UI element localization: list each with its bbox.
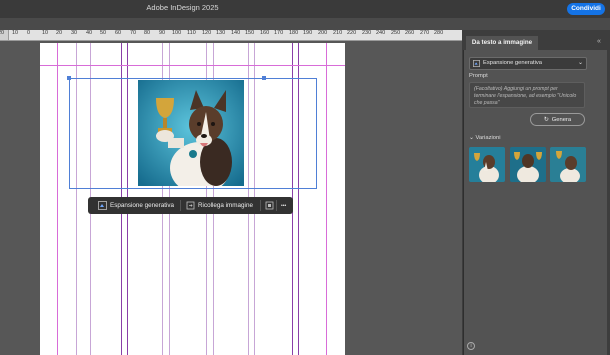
relink-icon [186,201,195,210]
ruler-label: 190 [303,30,313,36]
ruler-label: 120 [202,30,212,36]
ruler-label: 110 [187,30,196,36]
variation-image [469,147,505,182]
prompt-label: Prompt [469,73,488,79]
margin-guide [57,43,58,355]
frame-handle[interactable] [262,76,266,80]
variations-header[interactable]: ⌄ Variazioni [469,135,604,141]
ruler-label: 0 [27,30,31,36]
ruler-label: 180 [289,30,299,36]
variation-thumbnail[interactable] [469,147,505,182]
mode-dropdown-value: Espansione generativa [483,60,542,66]
ruler-label: 210 [333,30,343,36]
ruler-label: 50 [100,30,107,36]
ruler-label: 130 [216,30,226,36]
frame-handle[interactable] [67,76,71,80]
ruler-label: 20 [56,30,63,36]
tab-text-to-image[interactable]: Da testo a immagine [466,36,538,50]
generate-label: Genera [551,117,572,123]
divider [276,200,277,211]
collapse-panel-button[interactable]: « [597,38,601,45]
generative-expand-icon [98,201,107,210]
ruler-label: 160 [260,30,270,36]
chevron-down-icon: ⌄ [577,60,583,66]
ruler-label: 40 [86,30,93,36]
ruler-label: 10 [12,30,19,36]
ruler-label: 20 [0,30,5,36]
variation-thumbnail[interactable] [550,147,586,182]
divider [260,200,261,211]
contextual-task-bar: Espansione generativa Ricollega immagine… [88,197,293,214]
variation-image [550,147,586,182]
ruler-label: 230 [362,30,372,36]
divider [180,200,181,211]
ruler-label: 90 [159,30,166,36]
share-button[interactable]: Condividi [567,3,605,15]
crop-button[interactable] [265,197,274,214]
dog-illustration [138,80,244,186]
generate-icon: ↻ [543,117,549,123]
generative-expand-label: Espansione generativa [110,202,175,209]
ruler-label: 140 [231,30,241,36]
variations-label: Variazioni [475,135,501,141]
info-icon[interactable]: i [467,342,475,350]
ruler-label: 250 [391,30,401,36]
ruler-label: 220 [347,30,357,36]
horizontal-ruler[interactable]: 20 10 0 10 20 30 40 50 60 70 80 90 100 1… [0,30,462,41]
prompt-input[interactable]: (Facoltativo) Aggiungi un prompt per ter… [469,82,585,108]
ruler-label: 270 [420,30,430,36]
ruler-label: 60 [115,30,122,36]
generate-button[interactable]: ↻ Genera [530,113,585,126]
app-title: Adobe InDesign 2025 [146,3,219,12]
margin-guide [326,43,327,355]
crop-icon [265,201,274,210]
title-bar: Adobe InDesign 2025 Condividi [0,0,610,18]
ruler-label: 100 [172,30,182,36]
generative-expand-button[interactable]: Espansione generativa [98,197,174,214]
variation-image [510,147,546,182]
more-options-button[interactable]: ••• [281,197,286,214]
ruler-label: 260 [405,30,415,36]
document-canvas[interactable]: Espansione generativa Ricollega immagine… [0,41,462,355]
ruler-label: 280 [434,30,444,36]
ruler-label: 10 [42,30,49,36]
dog-trophy-image[interactable] [138,80,244,186]
ruler-label: 200 [318,30,328,36]
variation-thumbnail[interactable] [510,147,546,182]
mode-dropdown[interactable]: Espansione generativa ⌄ [469,57,587,70]
ruler-label: 70 [130,30,137,36]
generative-expand-icon [473,58,480,72]
ruler-label: 240 [376,30,386,36]
ruler-label: 170 [274,30,284,36]
ruler-label: 150 [245,30,255,36]
ruler-label: 30 [71,30,78,36]
relink-image-button[interactable]: Ricollega immagine [186,197,253,214]
ruler-label: 80 [144,30,151,36]
margin-guide [40,65,345,66]
relink-image-label: Ricollega immagine [198,202,253,209]
